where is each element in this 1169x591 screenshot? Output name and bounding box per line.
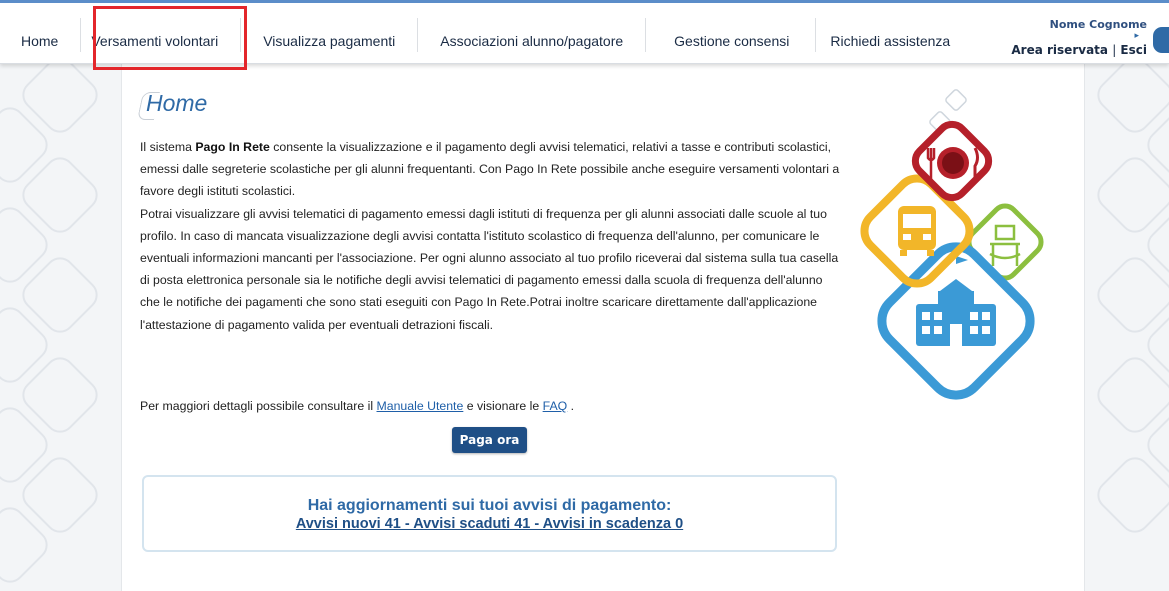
notice-avvisi-link[interactable]: Avvisi nuovi 41 - Avvisi scaduti 41 - Av… (296, 516, 683, 532)
dining-icon (911, 120, 993, 202)
details-line: Per maggiori dettagli possibile consulta… (140, 399, 574, 413)
info-paragraph: Potrai visualizzare gli avvisi telematic… (140, 206, 839, 332)
user-links-separator: | (1112, 43, 1117, 57)
chevron-down-icon[interactable]: ▸ (1134, 30, 1139, 41)
intro-text: Il sistema Pago In Rete consente la visu… (140, 136, 840, 336)
fence-icon (966, 203, 1044, 281)
nav-visualizza-pagamenti[interactable]: Visualizza pagamenti (241, 18, 419, 52)
notice-title: Hai aggiornamenti sui tuoi avvisi di pag… (307, 497, 672, 514)
manual-link[interactable]: Manuale Utente (377, 399, 464, 413)
school-services-illustration (860, 89, 1044, 400)
user-menu: Nome Cognome Area riservata | Esci (1011, 18, 1147, 57)
annotation-highlight-box (93, 6, 247, 70)
nav-gestione-consensi[interactable]: Gestione consensi (646, 18, 817, 52)
intro-brand: Pago In Rete (195, 140, 270, 154)
payment-updates-notice: Hai aggiornamenti sui tuoi avvisi di pag… (142, 475, 837, 552)
page-title: Home (146, 90, 208, 116)
intro-paragraph: Il sistema Pago In Rete consente la visu… (140, 136, 840, 203)
pay-now-button[interactable]: Paga ora (452, 427, 527, 453)
logout-link[interactable]: Esci (1120, 43, 1147, 57)
details-middle: e visionare le (463, 399, 543, 413)
nav-home[interactable]: Home (0, 18, 82, 52)
main-content: Home Il sistema Pago In Rete consente la… (121, 64, 1085, 591)
user-name[interactable]: Nome Cognome (1011, 18, 1147, 31)
user-links: Area riservata | Esci (1011, 43, 1147, 57)
area-riservata-link[interactable]: Area riservata (1011, 43, 1108, 57)
faq-link[interactable]: FAQ (543, 399, 568, 413)
details-prefix: Per maggiori dettagli possibile consulta… (140, 399, 377, 413)
user-avatar-icon[interactable] (1153, 27, 1169, 53)
intro-prefix: Il sistema (140, 140, 196, 154)
school-building-icon (877, 242, 1035, 400)
details-suffix: . (567, 399, 575, 413)
nav-associazioni[interactable]: Associazioni alunno/pagatore (418, 18, 647, 52)
nav-richiedi-assistenza[interactable]: Richiedi assistenza (816, 18, 970, 52)
